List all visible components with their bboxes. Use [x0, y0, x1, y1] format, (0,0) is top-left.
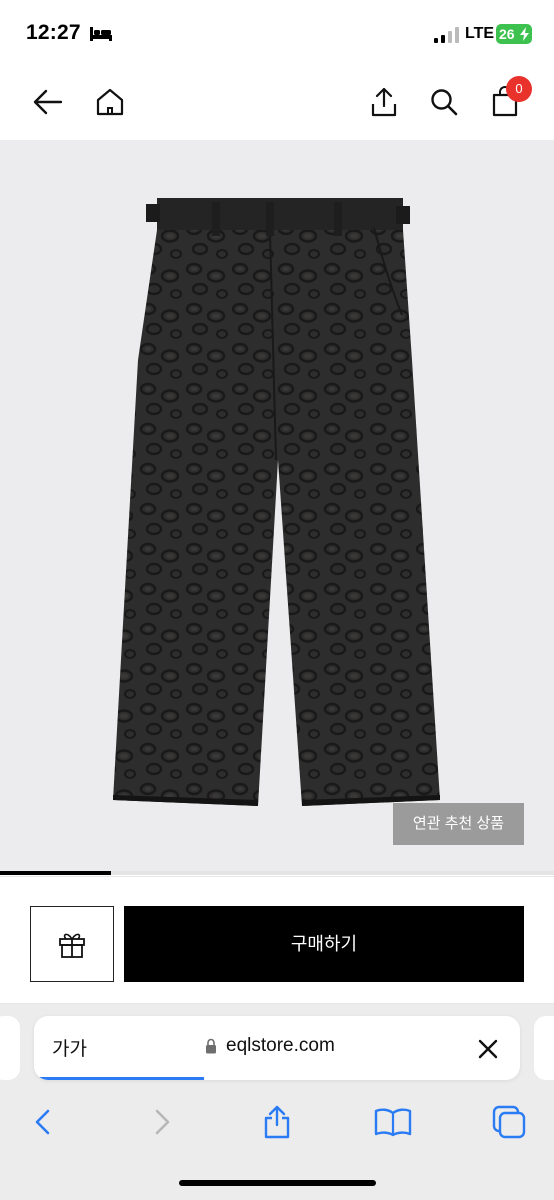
purchase-bar: 구매하기 — [0, 876, 554, 1004]
browser-toolbar — [0, 1094, 554, 1154]
forward-icon — [155, 1109, 170, 1135]
home-indicator — [179, 1180, 376, 1186]
battery-level: 26 — [499, 26, 515, 42]
status-time: 12:27 — [26, 21, 81, 44]
home-icon — [96, 88, 124, 116]
bed-icon — [90, 27, 112, 41]
app-header — [0, 64, 554, 140]
tabs-icon — [492, 1105, 526, 1139]
browser-forward-button[interactable] — [142, 1102, 182, 1142]
product-image — [113, 198, 440, 806]
browser-share-button[interactable] — [257, 1102, 297, 1142]
cart-count-badge: 0 — [506, 76, 532, 102]
signal-icon — [434, 27, 459, 43]
network-type: LTE — [465, 25, 495, 42]
share-button[interactable] — [366, 84, 402, 120]
page-load-progress — [34, 1077, 205, 1080]
tabs-button[interactable] — [489, 1102, 529, 1142]
status-bar: 12:27 LTE 26 — [0, 0, 554, 64]
next-tab-peek[interactable] — [534, 1016, 554, 1080]
previous-tab-peek[interactable] — [0, 1016, 20, 1080]
back-button[interactable] — [30, 84, 66, 120]
text-size-button[interactable]: 가가 — [52, 1034, 87, 1061]
image-carousel-progress-fill — [0, 871, 111, 875]
charging-bolt-icon — [520, 27, 529, 41]
gift-button[interactable] — [30, 906, 114, 982]
home-button[interactable] — [92, 84, 128, 120]
buy-button[interactable]: 구매하기 — [124, 906, 524, 982]
related-products-button[interactable]: 연관 추천 상품 — [393, 803, 524, 845]
stop-loading-icon[interactable] — [474, 1035, 502, 1063]
bookmarks-button[interactable] — [373, 1102, 413, 1142]
share-icon — [264, 1105, 290, 1139]
lock-icon — [206, 1038, 216, 1054]
url-text[interactable]: eqlstore.com — [226, 1035, 335, 1057]
search-button[interactable] — [426, 84, 462, 120]
address-bar[interactable]: 가가 eqlstore.com — [34, 1016, 520, 1080]
battery-icon: 26 — [496, 24, 532, 44]
gift-icon — [59, 933, 85, 958]
image-carousel-progress — [0, 871, 554, 875]
back-arrow-icon — [33, 89, 63, 115]
share-icon — [371, 87, 397, 117]
browser-bottom-bar: 가가 eqlstore.com — [0, 1004, 554, 1200]
browser-back-button[interactable] — [23, 1102, 63, 1142]
product-image-carousel[interactable]: 연관 추천 상품 — [0, 140, 554, 873]
bookmarks-icon — [374, 1108, 412, 1137]
back-icon — [35, 1109, 50, 1135]
search-icon — [431, 89, 458, 116]
